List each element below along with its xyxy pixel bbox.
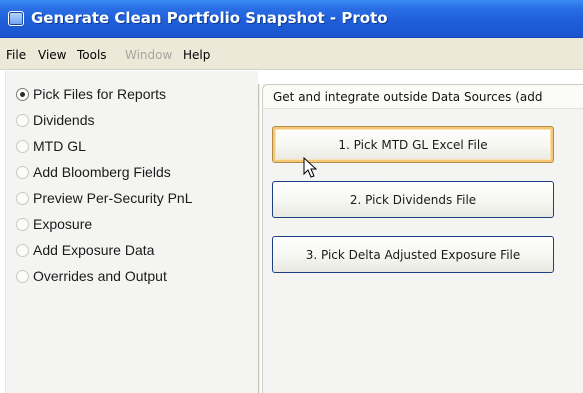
- sidebar-item-preview-pnl[interactable]: Preview Per-Security PnL: [16, 188, 193, 208]
- menu-bar: File View Tools Window Help: [0, 38, 583, 70]
- sidebar-item-pick-files[interactable]: Pick Files for Reports: [16, 84, 166, 104]
- menu-file[interactable]: File: [6, 48, 26, 62]
- radio-icon[interactable]: [16, 191, 29, 205]
- radio-selected-icon[interactable]: [16, 87, 29, 101]
- app-window-icon: [8, 11, 24, 26]
- sidebar-item-label: Preview Per-Security PnL: [33, 190, 193, 206]
- panel-title: Get and integrate outside Data Sources (…: [273, 90, 543, 104]
- sidebar-item-add-exposure[interactable]: Add Exposure Data: [16, 240, 154, 260]
- button-label: 3. Pick Delta Adjusted Exposure File: [305, 247, 521, 262]
- sidebar-item-dividends[interactable]: Dividends: [16, 110, 94, 130]
- radio-icon[interactable]: [16, 243, 29, 257]
- panel-splitter[interactable]: [258, 84, 261, 393]
- radio-icon[interactable]: [16, 217, 29, 231]
- title-bar[interactable]: Generate Clean Portfolio Snapshot - Prot…: [0, 0, 583, 38]
- sidebar-item-mtd-gl[interactable]: MTD GL: [16, 136, 86, 156]
- sidebar-item-label: Exposure: [33, 216, 93, 232]
- button-label: 2. Pick Dividends File: [349, 192, 477, 207]
- menu-help[interactable]: Help: [183, 48, 210, 62]
- radio-icon[interactable]: [16, 139, 29, 153]
- sidebar-item-label: MTD GL: [33, 138, 86, 154]
- panel-header: Get and integrate outside Data Sources (…: [262, 84, 583, 108]
- sidebar-item-label: Add Exposure Data: [33, 242, 155, 258]
- pick-dividends-button[interactable]: 2. Pick Dividends File: [272, 181, 554, 218]
- mouse-pointer-icon: [303, 157, 318, 178]
- sidebar-item-exposure[interactable]: Exposure: [16, 214, 92, 234]
- radio-icon[interactable]: [16, 113, 29, 127]
- button-label: 1. Pick MTD GL Excel File: [338, 137, 488, 152]
- menu-view[interactable]: View: [38, 48, 66, 62]
- sidebar-item-label: Add Bloomberg Fields: [33, 164, 171, 180]
- menu-tools[interactable]: Tools: [77, 48, 107, 62]
- radio-icon[interactable]: [16, 165, 29, 179]
- pick-exposure-button[interactable]: 3. Pick Delta Adjusted Exposure File: [272, 236, 554, 273]
- sidebar-item-overrides[interactable]: Overrides and Output: [16, 266, 167, 286]
- sidebar-item-label: Dividends: [33, 112, 95, 128]
- sidebar-item-label: Pick Files for Reports: [33, 86, 167, 102]
- sidebar-item-bloomberg[interactable]: Add Bloomberg Fields: [16, 162, 171, 182]
- radio-icon[interactable]: [16, 269, 29, 283]
- sidebar-item-label: Overrides and Output: [33, 268, 167, 284]
- window-title: Generate Clean Portfolio Snapshot - Prot…: [31, 9, 388, 27]
- menu-window[interactable]: Window: [125, 48, 172, 62]
